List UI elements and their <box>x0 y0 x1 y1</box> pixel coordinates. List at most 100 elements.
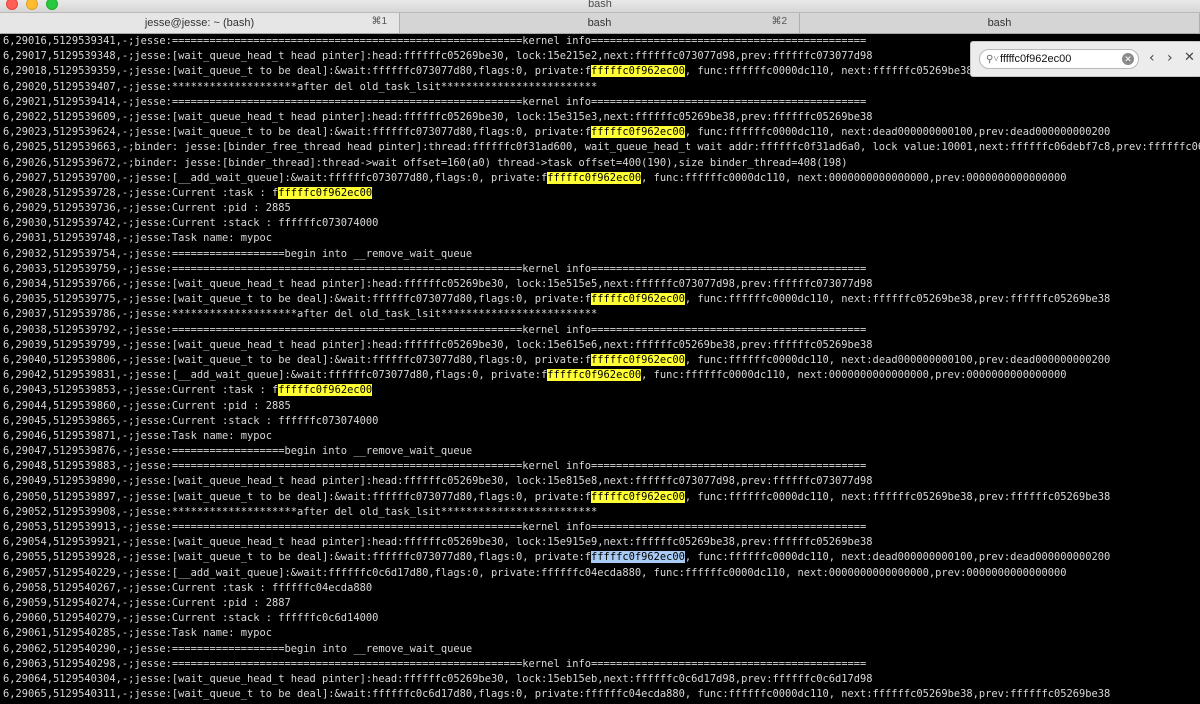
terminal-text: 6,29059,5129540274,-;jesse:Current :pid … <box>3 596 291 609</box>
tab-label: bash <box>587 17 612 29</box>
terminal-text: 6,29043,5129539853,-;jesse:Current :task… <box>3 384 279 397</box>
terminal-text: 6,29034,5129539766,-;jesse:[wait_queue_h… <box>3 278 873 290</box>
terminal-line: 6,29065,5129540311,-;jesse:[wait_queue_t… <box>0 687 1200 702</box>
terminal-text: 6,29016,5129539341,-;jesse:=============… <box>3 35 867 47</box>
terminal-text: 6,29039,5129539799,-;jesse:[wait_queue_h… <box>3 338 873 351</box>
terminal-text: 6,29035,5129539775,-;jesse:[wait_queue_t… <box>3 293 592 306</box>
terminal-text: 6,29028,5129539728,-;jesse:Current :task… <box>3 186 279 199</box>
search-match-highlight: fffffc0f962ec00 <box>278 384 373 397</box>
terminal-text: 6,29060,5129540279,-;jesse:Current :stac… <box>3 612 379 625</box>
terminal-text: 6,29064,5129540304,-;jesse:[wait_queue_h… <box>3 672 873 685</box>
terminal-line: 6,29061,5129540285,-;jesse:Task name: my… <box>0 626 1200 641</box>
terminal-text: 6,29052,5129539908,-;jesse:*************… <box>3 505 598 518</box>
window-title: bash <box>588 0 612 10</box>
terminal-text: 6,29031,5129539748,-;jesse:Task name: my… <box>3 232 272 245</box>
search-icon[interactable]: ⚲˅ <box>986 54 999 65</box>
terminal-text: , func:ffffffc0000dc110, next:dead000000… <box>684 353 1111 366</box>
search-match-highlight: fffffc0f962ec00 <box>547 171 642 184</box>
terminal-text: 6,29023,5129539624,-;jesse:[wait_queue_t… <box>3 126 592 139</box>
terminal-line: 6,29054,5129539921,-;jesse:[wait_queue_h… <box>0 535 1200 550</box>
terminal-line: 6,29050,5129539897,-;jesse:[wait_queue_t… <box>0 490 1200 505</box>
terminal-line: 6,29046,5129539871,-;jesse:Task name: my… <box>0 429 1200 444</box>
terminal-text: 6,29037,5129539786,-;jesse:*************… <box>3 308 598 321</box>
terminal-line: 6,29021,5129539414,-;jesse:=============… <box>0 95 1200 110</box>
terminal-text: , func:ffffffc0000dc110, next:0000000000… <box>641 369 1067 382</box>
search-match-highlight: fffffc0f962ec00 <box>547 369 642 382</box>
terminal-line: 6,29057,5129540229,-;jesse:[__add_wait_q… <box>0 566 1200 581</box>
terminal-line: 6,29064,5129540304,-;jesse:[wait_queue_h… <box>0 672 1200 687</box>
terminal-text: 6,29029,5129539736,-;jesse:Current :pid … <box>3 202 291 215</box>
terminal-text: 6,29017,5129539348,-;jesse:[wait_queue_h… <box>3 50 873 63</box>
terminal-line: 6,29038,5129539792,-;jesse:=============… <box>0 323 1200 338</box>
tab-2[interactable]: bash ⌘2 <box>400 13 800 33</box>
terminal-text: 6,29050,5129539897,-;jesse:[wait_queue_t… <box>3 490 592 503</box>
search-match-highlight: fffffc0f962ec00 <box>591 490 685 503</box>
terminal-text: 6,29055,5129539928,-;jesse:[wait_queue_t… <box>3 551 592 564</box>
chevron-left-icon[interactable]: ‹ <box>1149 50 1155 66</box>
terminal-line: 6,29053,5129539913,-;jesse:=============… <box>0 520 1200 535</box>
terminal-text: 6,29062,5129540290,-;jesse:=============… <box>3 642 473 655</box>
chevron-right-icon[interactable]: › <box>1167 50 1173 66</box>
terminal-text: 6,29018,5129539359,-;jesse:[wait_queue_t… <box>3 65 592 78</box>
terminal-line: 6,29049,5129539890,-;jesse:[wait_queue_h… <box>0 474 1200 489</box>
terminal-line: 6,29039,5129539799,-;jesse:[wait_queue_h… <box>0 338 1200 353</box>
terminal-text: , func:ffffffc0000dc110, next:0000000000… <box>641 171 1067 184</box>
tab-shortcut: ⌘2 <box>771 16 787 27</box>
terminal-text: 6,29045,5129539865,-;jesse:Current :stac… <box>3 414 379 427</box>
terminal-line: 6,29035,5129539775,-;jesse:[wait_queue_t… <box>0 292 1200 307</box>
terminal-text: 6,29063,5129540298,-;jesse:=============… <box>3 657 867 670</box>
terminal-text: 6,29033,5129539759,-;jesse:=============… <box>3 262 867 275</box>
find-bar: ⚲˅ ✕ ‹ › ✕ <box>970 41 1200 77</box>
terminal-line: 6,29055,5129539928,-;jesse:[wait_queue_t… <box>0 550 1200 565</box>
tab-shortcut: ⌘1 <box>371 16 387 27</box>
terminal-text: , func:ffffffc0000dc110, next:ffffffc052… <box>684 293 1111 306</box>
terminal-text: 6,29054,5129539921,-;jesse:[wait_queue_h… <box>3 536 873 549</box>
terminal-text: 6,29061,5129540285,-;jesse:Task name: my… <box>3 627 272 640</box>
terminal-line: 6,29060,5129540279,-;jesse:Current :stac… <box>0 611 1200 626</box>
search-match-highlight: fffffc0f962ec00 <box>591 65 685 78</box>
terminal-line: 6,29043,5129539853,-;jesse:Current :task… <box>0 383 1200 398</box>
terminal-line: 6,29027,5129539700,-;jesse:[__add_wait_q… <box>0 171 1200 186</box>
tab-label: jesse@jesse: ~ (bash) <box>144 17 255 29</box>
terminal-text: 6,29046,5129539871,-;jesse:Task name: my… <box>3 429 272 442</box>
terminal-line: 6,29022,5129539609,-;jesse:[wait_queue_h… <box>0 110 1200 125</box>
terminal-text: 6,29030,5129539742,-;jesse:Current :stac… <box>3 217 379 230</box>
terminal-text: 6,29047,5129539876,-;jesse:=============… <box>3 445 473 458</box>
terminal-line: 6,29030,5129539742,-;jesse:Current :stac… <box>0 216 1200 231</box>
terminal-line: 6,29044,5129539860,-;jesse:Current :pid … <box>0 399 1200 414</box>
terminal-text: , func:ffffffc0000dc110, next:dead000000… <box>684 551 1111 564</box>
terminal-window: bash jesse@jesse: ~ (bash) ⌘1 bash ⌘2 ba… <box>0 0 1200 704</box>
terminal-text: 6,29022,5129539609,-;jesse:[wait_queue_h… <box>3 110 873 123</box>
terminal-text: 6,29020,5129539407,-;jesse:*************… <box>3 80 598 93</box>
terminal-text: 6,29044,5129539860,-;jesse:Current :pid … <box>3 399 291 412</box>
terminal-line: 6,29062,5129540290,-;jesse:=============… <box>0 642 1200 657</box>
terminal-line: 6,29045,5129539865,-;jesse:Current :stac… <box>0 414 1200 429</box>
terminal-text: 6,29042,5129539831,-;jesse:[__add_wait_q… <box>3 369 548 382</box>
close-icon[interactable]: ✕ <box>1184 50 1195 66</box>
find-input[interactable] <box>1000 51 1118 67</box>
terminal-text: , func:ffffffc0000dc110, next:dead000000… <box>684 126 1111 139</box>
terminal-text: 6,29057,5129540229,-;jesse:[__add_wait_q… <box>3 566 1067 579</box>
terminal-line: 6,29058,5129540267,-;jesse:Current :task… <box>0 581 1200 596</box>
terminal-text: 6,29027,5129539700,-;jesse:[__add_wait_q… <box>3 171 548 184</box>
search-match-highlight: fffffc0f962ec00 <box>591 126 685 139</box>
current-search-match: fffffc0f962ec00 <box>591 551 685 564</box>
tab-3[interactable]: bash <box>800 13 1200 33</box>
terminal-line: 6,29052,5129539908,-;jesse:*************… <box>0 505 1200 520</box>
search-match-highlight: fffffc0f962ec00 <box>591 293 685 306</box>
search-match-highlight: fffffc0f962ec00 <box>591 353 685 366</box>
tab-label: bash <box>987 17 1012 29</box>
terminal-line: 6,29025,5129539663,-;binder: jesse:[bind… <box>0 140 1200 155</box>
terminal-text: 6,29048,5129539883,-;jesse:=============… <box>3 460 867 473</box>
terminal-line: 6,29033,5129539759,-;jesse:=============… <box>0 262 1200 277</box>
terminal-line: 6,29028,5129539728,-;jesse:Current :task… <box>0 186 1200 201</box>
terminal-output[interactable]: 6,29016,5129539341,-;jesse:=============… <box>0 34 1200 704</box>
terminal-line: 6,29063,5129540298,-;jesse:=============… <box>0 657 1200 672</box>
clear-icon[interactable]: ✕ <box>1122 53 1134 65</box>
terminal-line: 6,29047,5129539876,-;jesse:=============… <box>0 444 1200 459</box>
terminal-text: 6,29032,5129539754,-;jesse:=============… <box>3 247 473 260</box>
terminal-text: , func:ffffffc0000dc110, next:ffffffc052… <box>684 490 1111 503</box>
terminal-line: 6,29048,5129539883,-;jesse:=============… <box>0 459 1200 474</box>
tab-1[interactable]: jesse@jesse: ~ (bash) ⌘1 <box>0 13 400 33</box>
terminal-line: 6,29026,5129539672,-;binder: jesse:[bind… <box>0 156 1200 171</box>
